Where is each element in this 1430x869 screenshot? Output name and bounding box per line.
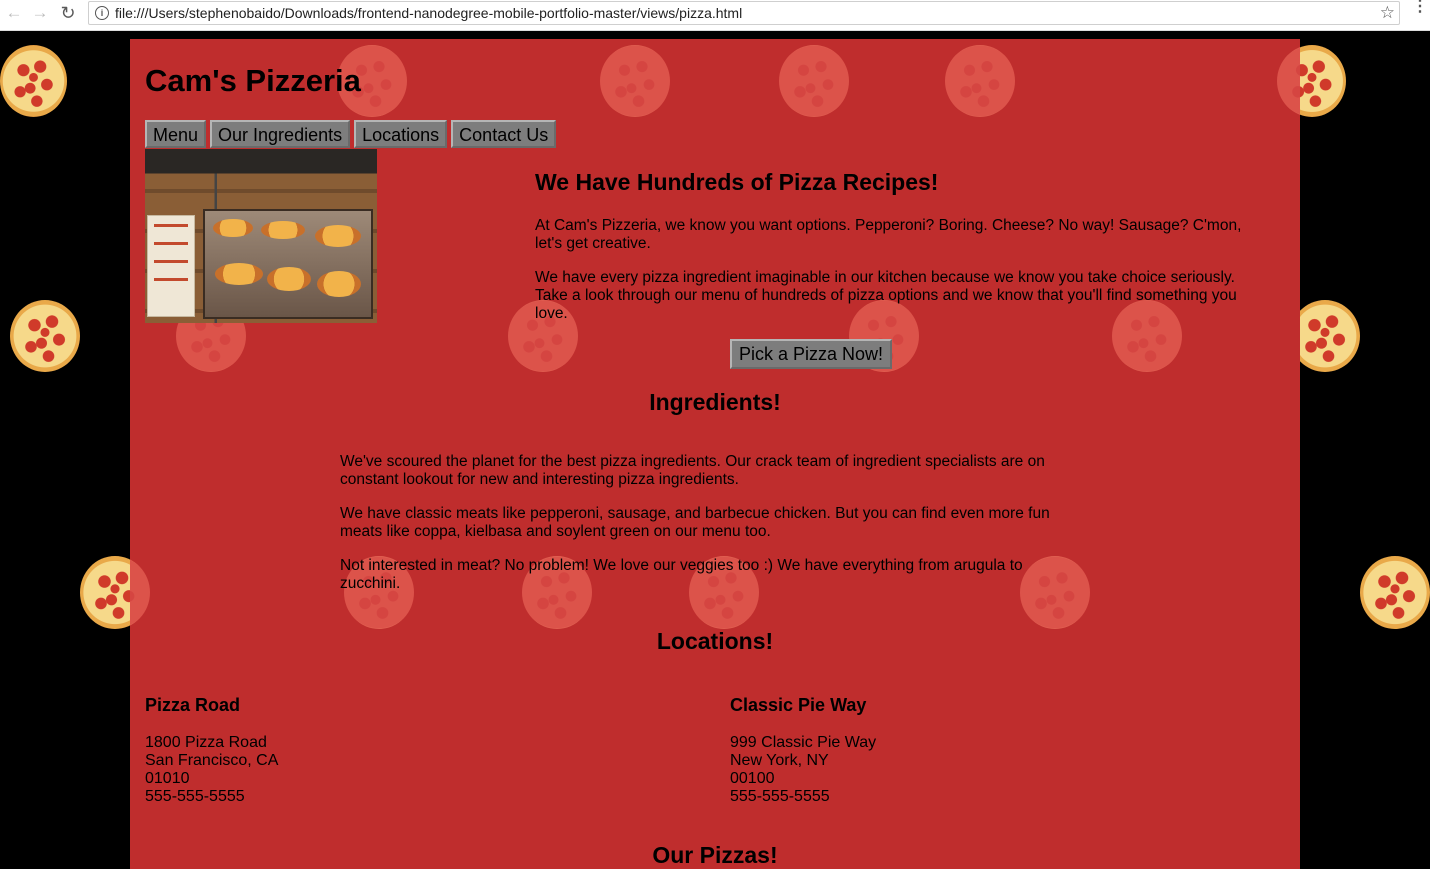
reload-icon[interactable]: ↻ [58,3,78,23]
location-zip: 01010 [145,770,190,787]
location-name: Classic Pie Way [730,695,867,715]
main-nav: Menu Our Ingredients Locations Contact U… [145,120,557,148]
locations-heading: Locations! [656,628,774,654]
pizza-decoration-icon [1290,300,1360,372]
ingredients-paragraph: We have classic meats like pepperoni, sa… [340,505,1050,540]
browser-toolbar: ← → ↻ i file:///Users/stephenobaido/Down… [0,0,1430,31]
location-city: New York, NY [730,752,829,769]
page-container: Cam's Pizzeria Menu Our Ingredients Loca… [130,39,1300,869]
recipes-heading: We Have Hundreds of Pizza Recipes! [535,169,939,195]
hero-paragraph: At Cam's Pizzeria, we know you want opti… [535,217,1242,252]
photo-display-case [203,209,373,319]
nav-our-ingredients[interactable]: Our Ingredients [210,120,351,148]
url-text[interactable]: file:///Users/stephenobaido/Downloads/fr… [115,5,742,21]
pizza-decoration-icon [1360,556,1430,629]
nav-locations[interactable]: Locations [354,120,448,148]
location-city: San Francisco, CA [145,752,279,769]
browser-menu-icon[interactable]: ⋮ [1412,0,1428,15]
ingredients-paragraph: Not interested in meat? No problem! We l… [340,557,1023,592]
pizzeria-photo [145,149,377,323]
info-icon[interactable]: i [95,6,109,20]
site-title: Cam's Pizzeria [145,63,361,98]
hero-paragraph: We have every pizza ingredient imaginabl… [535,269,1237,322]
address-bar[interactable]: i file:///Users/stephenobaido/Downloads/… [88,1,1400,25]
ingredients-paragraph: We've scoured the planet for the best pi… [340,453,1045,488]
location-name: Pizza Road [145,695,241,715]
pizza-decoration-icon [0,45,67,117]
location-phone: 555-555-5555 [730,788,830,805]
nav-contact-us[interactable]: Contact Us [451,120,557,148]
location-address: 1800 Pizza Road [145,734,267,751]
location-phone: 555-555-5555 [145,788,245,805]
forward-arrow-icon[interactable]: → [30,3,50,23]
pizza-decoration-icon [10,300,80,372]
pick-pizza-button[interactable]: Pick a Pizza Now! [730,339,893,369]
our-pizzas-heading: Our Pizzas! [652,842,778,868]
ingredients-heading: Ingredients! [649,389,781,415]
back-arrow-icon[interactable]: ← [4,3,24,23]
bookmark-star-icon[interactable]: ☆ [1380,3,1395,23]
photo-sign [147,215,195,317]
location-zip: 00100 [730,770,775,787]
location-address: 999 Classic Pie Way [730,734,877,751]
nav-menu[interactable]: Menu [145,120,207,148]
